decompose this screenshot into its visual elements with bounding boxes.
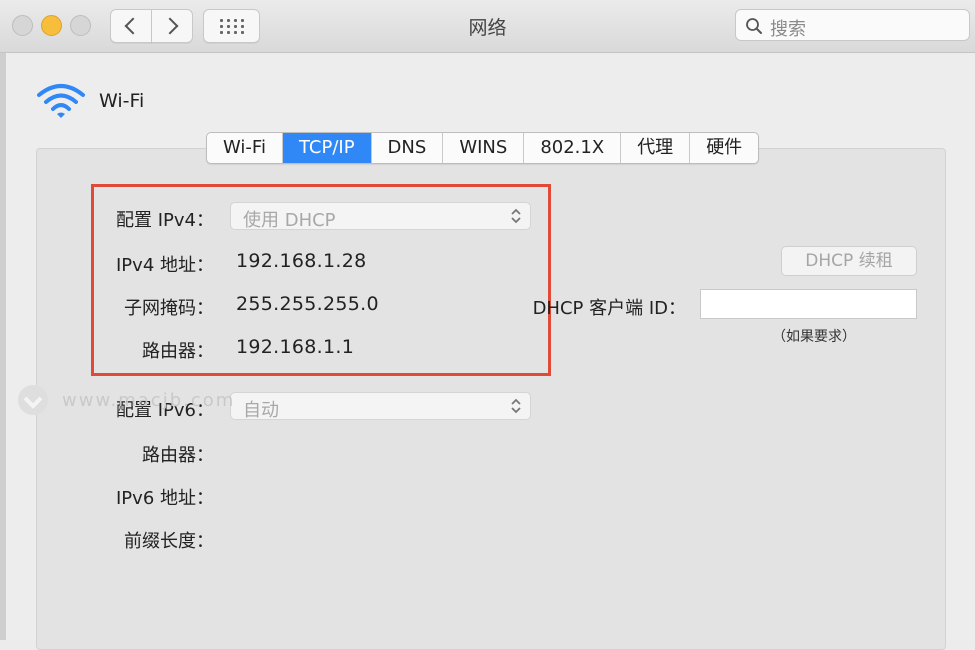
wifi-icon	[37, 84, 85, 118]
tab-wins[interactable]: WINS	[443, 133, 525, 163]
tab-8021x[interactable]: 802.1X	[524, 133, 622, 163]
watermark-text: www.macjb.com	[62, 389, 236, 411]
watermark: www.macjb.com	[16, 383, 235, 417]
ipv6-router-label: 路由器：	[142, 445, 214, 466]
watermark-logo-icon	[18, 385, 48, 415]
search-icon	[746, 18, 762, 34]
tab-tcpip[interactable]: TCP/IP	[282, 133, 372, 163]
configure-ipv6-select[interactable]: 自动	[230, 392, 531, 421]
dhcp-client-id-label: DHCP 客户端 ID：	[532, 298, 686, 319]
configure-ipv6-value: 自动	[243, 400, 279, 421]
tab-wifi[interactable]: Wi-Fi	[207, 133, 283, 163]
tab-proxy[interactable]: 代理	[621, 133, 691, 163]
renew-dhcp-lease-button[interactable]: DHCP 续租	[781, 246, 917, 276]
prefix-length-label: 前缀长度：	[124, 531, 214, 552]
service-name: Wi-Fi	[99, 90, 145, 112]
ipv6-address-label: IPv6 地址：	[116, 488, 214, 509]
tab-hardware[interactable]: 硬件	[690, 133, 758, 163]
search-placeholder: 搜索	[770, 19, 806, 40]
highlight-annotation-box	[91, 184, 551, 376]
tab-dns[interactable]: DNS	[372, 133, 444, 163]
search-field[interactable]: 搜索	[735, 9, 970, 41]
dhcp-client-id-input[interactable]	[700, 289, 917, 319]
dhcp-client-id-hint: （如果要求）	[772, 329, 856, 345]
updown-arrows-icon	[511, 398, 521, 414]
tab-bar: Wi-Fi TCP/IP DNS WINS 802.1X 代理 硬件	[206, 132, 760, 164]
title-bar: 网络 搜索	[0, 0, 975, 53]
network-preferences-content: Wi-Fi Wi-Fi TCP/IP DNS WINS 802.1X 代理 硬件…	[0, 53, 975, 650]
